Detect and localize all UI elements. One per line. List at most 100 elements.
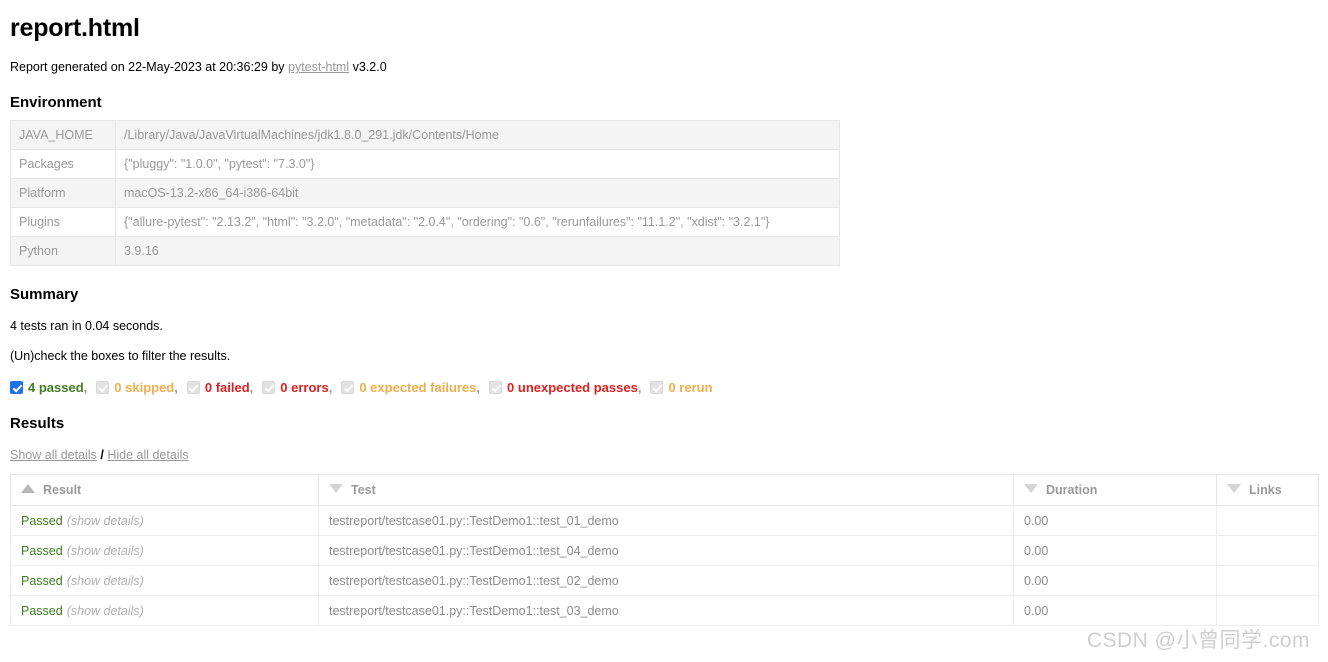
environment-key: JAVA_HOME — [10, 120, 116, 150]
duration-cell: 0.00 — [1013, 565, 1217, 596]
sort-descending-icon — [329, 484, 343, 493]
show-details-label[interactable]: (show details) — [67, 514, 144, 528]
duration-cell: 0.00 — [1013, 505, 1217, 536]
filter-separator: , — [637, 380, 642, 395]
filter-label: 0 errors — [280, 380, 329, 395]
filter-checkbox[interactable] — [186, 381, 200, 394]
column-header-result[interactable]: Result — [10, 474, 319, 506]
filter-checkbox[interactable] — [489, 381, 503, 394]
column-header-label: Test — [351, 483, 376, 497]
show-details-label[interactable]: (show details) — [67, 574, 144, 588]
table-row: Packages {"pluggy": "1.0.0", "pytest": "… — [10, 149, 840, 179]
filter-item[interactable]: 4 passed, — [10, 380, 87, 395]
filter-item[interactable]: 0 expected failures, — [341, 380, 480, 395]
generated-time: 20:36:29 — [219, 60, 268, 74]
filter-label: 0 rerun — [668, 380, 713, 395]
table-row: Passed (show details) testreport/testcase0… — [10, 535, 1319, 566]
environment-key: Platform — [10, 178, 116, 208]
tests-run-line: 4 tests ran in 0.04 seconds. — [10, 319, 163, 333]
results-header-row: Result Test Duration Links — [10, 474, 1319, 506]
column-header-label: Result — [43, 483, 82, 497]
sort-descending-icon — [1024, 484, 1038, 493]
links-cell — [1216, 505, 1319, 536]
generated-by-text: by — [267, 60, 288, 74]
detail-toggle-links: Show all details / Hide all details — [10, 448, 1318, 462]
links-cell — [1216, 535, 1319, 566]
test-name-cell: testreport/testcase01.py::TestDemo1::tes… — [318, 565, 1014, 596]
duration-cell: 0.00 — [1013, 535, 1217, 566]
show-details-label[interactable]: (show details) — [67, 604, 144, 618]
environment-value: macOS-13.2-x86_64-i386-64bit — [115, 178, 840, 208]
results-table-body: Passed (show details) testreport/testcase0… — [10, 505, 1319, 626]
result-status: Passed — [21, 573, 63, 588]
filter-item[interactable]: 0 skipped, — [96, 380, 178, 395]
environment-table: JAVA_HOME /Library/Java/JavaVirtualMachi… — [10, 120, 840, 266]
hide-all-details-link[interactable]: Hide all details — [107, 448, 188, 462]
links-cell — [1216, 595, 1319, 626]
filter-checkbox[interactable] — [96, 381, 110, 394]
result-status: Passed — [21, 543, 63, 558]
filter-item[interactable]: 0 rerun — [650, 380, 713, 395]
summary-heading: Summary — [10, 286, 79, 303]
page-title: report.html — [10, 14, 140, 42]
column-header-label: Duration — [1046, 483, 1098, 497]
sort-descending-icon — [1227, 484, 1241, 493]
filter-label: 0 skipped — [114, 380, 175, 395]
test-name-cell: testreport/testcase01.py::TestDemo1::tes… — [318, 595, 1014, 626]
links-cell — [1216, 565, 1319, 596]
filter-label: 4 passed — [28, 380, 84, 395]
test-name-cell: testreport/testcase01.py::TestDemo1::tes… — [318, 505, 1014, 536]
filter-checkbox[interactable] — [341, 381, 355, 394]
sort-ascending-icon — [21, 484, 35, 493]
generated-date: 22-May-2023 — [128, 60, 202, 74]
filter-separator: , — [83, 380, 88, 395]
environment-value: {"pluggy": "1.0.0", "pytest": "7.3.0"} — [115, 149, 840, 179]
filter-checkbox[interactable] — [650, 381, 664, 394]
show-details-label[interactable]: (show details) — [67, 544, 144, 558]
table-row: JAVA_HOME /Library/Java/JavaVirtualMachi… — [10, 120, 840, 150]
generated-line: Report generated on 22-May-2023 at 20:36… — [10, 60, 1318, 74]
results-table-head: Result Test Duration Links — [10, 474, 1319, 506]
watermark: CSDN @小曾同学.com — [1086, 629, 1310, 652]
filter-separator: , — [249, 380, 254, 395]
generated-version: v3.2.0 — [349, 60, 387, 74]
column-header-label: Links — [1249, 483, 1282, 497]
environment-key: Plugins — [10, 207, 116, 237]
pytest-html-link[interactable]: pytest-html — [288, 60, 349, 74]
result-status: Passed — [21, 603, 63, 618]
environment-key: Packages — [10, 149, 116, 179]
environment-key: Python — [10, 236, 116, 266]
filter-hint: (Un)check the boxes to filter the result… — [10, 349, 231, 363]
result-cell[interactable]: Passed (show details) — [10, 595, 319, 626]
table-row: Platform macOS-13.2-x86_64-i386-64bit — [10, 178, 840, 208]
filter-checkbox[interactable] — [10, 381, 23, 394]
column-header-links[interactable]: Links — [1216, 474, 1319, 506]
detail-links-separator: / — [100, 448, 104, 462]
filter-item[interactable]: 0 failed, — [186, 380, 254, 395]
duration-cell: 0.00 — [1013, 595, 1217, 626]
filter-item[interactable]: 0 errors, — [262, 380, 332, 395]
table-row: Plugins {"allure-pytest": "2.13.2", "htm… — [10, 207, 840, 237]
filter-item[interactable]: 0 unexpected passes, — [489, 380, 641, 395]
table-row: Python 3.9.16 — [10, 236, 840, 266]
filter-separator: , — [328, 380, 333, 395]
generated-prefix: Report generated on — [10, 60, 129, 74]
test-name-cell: testreport/testcase01.py::TestDemo1::tes… — [318, 535, 1014, 566]
table-row: Passed (show details) testreport/testcase0… — [10, 595, 1319, 626]
show-all-details-link[interactable]: Show all details — [10, 448, 97, 462]
environment-value: /Library/Java/JavaVirtualMachines/jdk1.8… — [115, 120, 840, 150]
filter-checkbox-group: 4 passed, 0 skipped, 0 failed, 0 errors, 0 e… — [10, 380, 1318, 395]
column-header-duration[interactable]: Duration — [1013, 474, 1217, 506]
table-row: Passed (show details) testreport/testcase0… — [10, 505, 1319, 536]
column-header-test[interactable]: Test — [318, 474, 1014, 506]
filter-label: 0 unexpected passes — [507, 380, 638, 395]
result-cell[interactable]: Passed (show details) — [10, 565, 319, 596]
result-status: Passed — [21, 513, 63, 528]
environment-value: 3.9.16 — [115, 236, 840, 266]
results-heading: Results — [10, 415, 65, 432]
filter-checkbox[interactable] — [262, 381, 276, 394]
environment-heading: Environment — [10, 94, 102, 111]
result-cell[interactable]: Passed (show details) — [10, 535, 319, 566]
report-page: report.html Report generated on 22-May-2… — [0, 14, 1328, 626]
result-cell[interactable]: Passed (show details) — [10, 505, 319, 536]
